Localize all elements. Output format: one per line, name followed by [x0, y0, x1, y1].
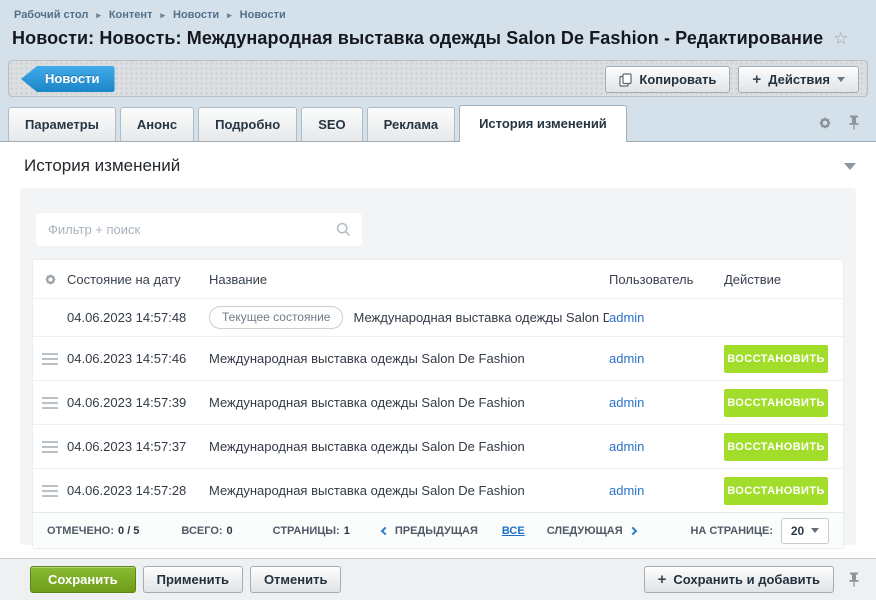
breadcrumb-link-news-2[interactable]: Новости	[240, 9, 286, 21]
column-header-date[interactable]: Состояние на дату	[67, 272, 209, 287]
chevron-right-icon	[628, 526, 636, 534]
save-button[interactable]: Сохранить	[30, 566, 136, 593]
tab-seo[interactable]: SEO	[301, 107, 362, 141]
breadcrumb: Рабочий стол ▸ Контент ▸ Новости ▸ Новос…	[0, 0, 876, 21]
tab-ads[interactable]: Реклама	[367, 107, 455, 141]
row-date: 04.06.2023 14:57:37	[67, 439, 209, 454]
row-date: 04.06.2023 14:57:39	[67, 395, 209, 410]
selected-count-value: 0 / 5	[118, 525, 139, 537]
section-collapse-icon[interactable]	[844, 163, 856, 170]
drag-handle-icon[interactable]	[42, 485, 58, 497]
restore-button[interactable]: ВОССТАНОВИТЬ	[724, 433, 828, 461]
history-grid: Состояние на дату Название Пользователь …	[32, 259, 844, 549]
page-header: Рабочий стол ▸ Контент ▸ Новости ▸ Новос…	[0, 0, 876, 141]
pages-value: 1	[344, 525, 350, 537]
context-toolbar: Новости Копировать + Действия	[8, 60, 868, 97]
restore-button[interactable]: ВОССТАНОВИТЬ	[724, 389, 828, 417]
user-link[interactable]: admin	[609, 351, 644, 366]
drag-handle-icon[interactable]	[42, 441, 58, 453]
grid-footer: ОТМЕЧЕНО: 0 / 5 ВСЕГО: 0 СТРАНИЦЫ: 1 ПРЕ…	[33, 512, 843, 548]
row-name: Международная выставка одежды Salon De F…	[353, 310, 609, 325]
pin-icon[interactable]	[848, 115, 860, 130]
plus-icon: +	[752, 72, 761, 87]
breadcrumb-link-news[interactable]: Новости	[173, 9, 219, 21]
drag-handle-icon[interactable]	[42, 397, 58, 409]
tab-bar: Параметры Анонс Подробно SEO Реклама Ист…	[0, 105, 876, 141]
apply-button[interactable]: Применить	[143, 566, 243, 593]
cancel-button[interactable]: Отменить	[250, 566, 342, 593]
tab-details[interactable]: Подробно	[198, 107, 297, 141]
tab-change-history[interactable]: История изменений	[459, 105, 627, 142]
per-page-value: 20	[791, 524, 804, 538]
per-page-label: НА СТРАНИЦЕ:	[690, 525, 773, 537]
settings-gear-icon[interactable]	[818, 116, 832, 130]
plus-icon: +	[658, 572, 667, 587]
user-link[interactable]: admin	[609, 439, 644, 454]
back-to-list-button[interactable]: Новости	[21, 66, 115, 92]
tab-announce[interactable]: Анонс	[120, 107, 194, 141]
copy-button-label: Копировать	[639, 72, 716, 87]
save-and-add-label: Сохранить и добавить	[673, 572, 820, 587]
chevron-down-icon	[837, 77, 845, 82]
column-header-action[interactable]: Действие	[724, 272, 843, 287]
grid-settings-gear-icon[interactable]	[33, 273, 67, 286]
row-name: Международная выставка одежды Salon De F…	[209, 483, 525, 498]
table-row: 04.06.2023 14:57:28 Международная выстав…	[33, 468, 843, 512]
current-state-badge: Текущее состояние	[209, 306, 343, 329]
row-name: Международная выставка одежды Salon De F…	[209, 395, 525, 410]
breadcrumb-separator-icon: ▸	[160, 11, 165, 20]
user-link[interactable]: admin	[609, 483, 644, 498]
breadcrumb-link-desktop[interactable]: Рабочий стол	[14, 9, 88, 21]
next-page-button[interactable]: СЛЕДУЮЩАЯ	[547, 525, 636, 537]
favorite-star-icon[interactable]: ☆	[833, 29, 848, 49]
copy-icon	[619, 73, 632, 87]
tab-parameters[interactable]: Параметры	[8, 107, 116, 141]
search-icon[interactable]	[336, 222, 351, 237]
filter-search-input[interactable]	[36, 213, 362, 246]
actions-button-label: Действия	[768, 72, 830, 87]
user-link[interactable]: admin	[609, 395, 644, 410]
chevron-down-icon	[811, 528, 819, 533]
row-date: 04.06.2023 14:57:48	[67, 310, 209, 325]
pages-label: СТРАНИЦЫ:	[273, 525, 340, 537]
chevron-left-icon	[381, 526, 389, 534]
row-name: Международная выставка одежды Salon De F…	[209, 439, 525, 454]
table-row: 04.06.2023 14:57:39 Международная выстав…	[33, 380, 843, 424]
prev-page-button[interactable]: ПРЕДЫДУЩАЯ	[382, 525, 478, 537]
total-count-label: ВСЕГО:	[181, 525, 222, 537]
breadcrumb-link-content[interactable]: Контент	[109, 9, 153, 21]
form-buttons-bar: Сохранить Применить Отменить + Сохранить…	[0, 558, 876, 600]
table-row: 04.06.2023 14:57:37 Международная выстав…	[33, 424, 843, 468]
section-title: История изменений	[24, 156, 180, 176]
row-date: 04.06.2023 14:57:28	[67, 483, 209, 498]
copy-button[interactable]: Копировать	[605, 66, 730, 93]
save-and-add-button[interactable]: + Сохранить и добавить	[644, 566, 834, 593]
user-link[interactable]: admin	[609, 310, 644, 325]
page-title: Новости: Новость: Международная выставка…	[12, 28, 823, 49]
grid-header-row: Состояние на дату Название Пользователь …	[33, 260, 843, 298]
breadcrumb-separator-icon: ▸	[96, 11, 101, 20]
selected-count-label: ОТМЕЧЕНО:	[47, 525, 114, 537]
total-count-value: 0	[227, 525, 233, 537]
tab-content: История изменений	[0, 141, 876, 559]
per-page-select[interactable]: 20	[781, 518, 829, 544]
restore-button[interactable]: ВОССТАНОВИТЬ	[724, 477, 828, 505]
all-pages-link[interactable]: ВСЕ	[502, 525, 525, 537]
pin-icon[interactable]	[848, 572, 860, 587]
breadcrumb-separator-icon: ▸	[227, 11, 232, 20]
column-header-name[interactable]: Название	[209, 272, 609, 287]
column-header-user[interactable]: Пользователь	[609, 272, 724, 287]
row-name: Международная выставка одежды Salon De F…	[209, 351, 525, 366]
table-row: 04.06.2023 14:57:46 Международная выстав…	[33, 336, 843, 380]
history-panel: Состояние на дату Название Пользователь …	[20, 188, 856, 545]
drag-handle-icon[interactable]	[42, 353, 58, 365]
restore-button[interactable]: ВОССТАНОВИТЬ	[724, 345, 828, 373]
table-row: 04.06.2023 14:57:48 Текущее состояние Ме…	[33, 298, 843, 336]
actions-button[interactable]: + Действия	[738, 66, 859, 93]
row-date: 04.06.2023 14:57:46	[67, 351, 209, 366]
